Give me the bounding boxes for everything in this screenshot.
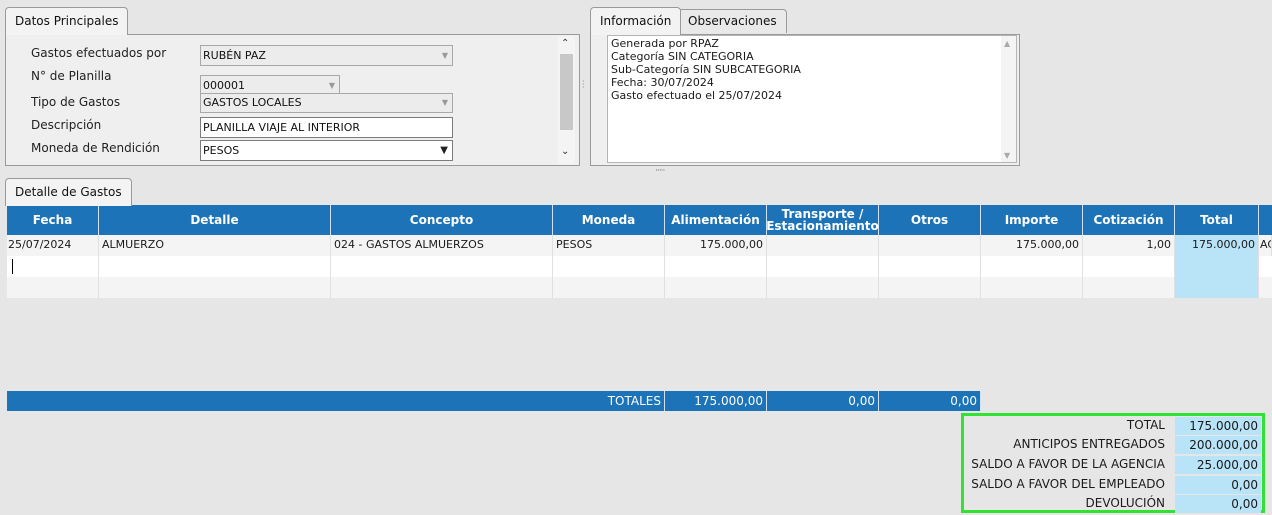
cell-otros[interactable] <box>879 256 981 277</box>
table-row-empty[interactable] <box>7 277 1272 298</box>
cell-cotizacion[interactable] <box>1083 256 1175 277</box>
scroll-down-icon[interactable]: ⌄ <box>561 146 569 157</box>
scroll-up-icon[interactable]: ⌃ <box>561 38 569 49</box>
text-cursor <box>12 259 13 274</box>
resumen-anticipos-label: ANTICIPOS ENTREGADOS <box>1013 437 1165 451</box>
resumen-saldo-agencia-value: 25.000,00 <box>1175 456 1261 474</box>
label-moneda-rendicion: Moneda de Rendición <box>31 141 160 155</box>
descripcion-input[interactable]: PLANILLA VIAJE AL INTERIOR <box>200 117 453 138</box>
column-otros[interactable]: Otros <box>879 205 981 235</box>
cell-fecha[interactable]: 25/07/2024 <box>7 235 99 256</box>
resumen-saldo-empleado-value: 0,00 <box>1175 476 1261 494</box>
cell-cotizacion[interactable]: 1,00 <box>1083 235 1175 256</box>
column-fecha[interactable]: Fecha <box>7 205 99 235</box>
cell-detalle[interactable] <box>99 256 331 277</box>
splitter-vertical[interactable]: · · · <box>582 78 585 92</box>
column-transporte[interactable]: Transporte / Estacionamiento <box>766 205 879 235</box>
cell-alimentacion[interactable] <box>665 277 767 298</box>
cell-total[interactable] <box>1175 277 1259 298</box>
info-line: Categoría SIN CATEGORIA <box>611 50 754 63</box>
cell-detalle[interactable]: ALMUERZO <box>99 235 331 256</box>
gastos-efectuados-value: RUBÉN PAZ <box>203 49 266 62</box>
chevron-down-icon: ▼ <box>441 51 448 60</box>
tab-observaciones[interactable]: Observaciones <box>678 9 787 33</box>
resumen-saldo-agencia-label: SALDO A FAVOR DE LA AGENCIA <box>971 457 1165 471</box>
column-total[interactable]: Total <box>1175 205 1259 235</box>
grid-header: Fecha Detalle Concepto Moneda Alimentaci… <box>7 205 1272 235</box>
label-numero-planilla: N° de Planilla <box>31 69 112 83</box>
cell-fecha[interactable] <box>7 277 99 298</box>
informacion-panel: Generada por RPAZ Categoría SIN CATEGORI… <box>590 34 1020 166</box>
info-line: Fecha: 30/07/2024 <box>611 76 714 89</box>
cell-total[interactable]: 175.000,00 <box>1175 235 1259 256</box>
label-gastos-efectuados: Gastos efectuados por <box>31 46 167 60</box>
resumen-devolucion-value: 0,00 <box>1175 495 1261 513</box>
cell-alimentacion[interactable]: 175.000,00 <box>665 235 767 256</box>
datos-principales-panel: Gastos efectuados por RUBÉN PAZ ▼ N° de … <box>5 34 580 166</box>
splitter-horizontal[interactable]: ····· <box>655 166 665 176</box>
table-row[interactable]: 25/07/2024 ALMUERZO 024 - GASTOS ALMUERZ… <box>7 235 1272 256</box>
cell-transporte[interactable] <box>767 277 879 298</box>
cell-total[interactable] <box>1175 256 1259 277</box>
column-importe[interactable]: Importe <box>981 205 1083 235</box>
cell-transporte[interactable] <box>767 235 879 256</box>
label-descripcion: Descripción <box>31 118 102 132</box>
totales-alimentacion: 175.000,00 <box>665 391 767 411</box>
informacion-text: Generada por RPAZ Categoría SIN CATEGORI… <box>607 35 1017 163</box>
resumen-devolucion-label: DEVOLUCIÓN <box>1085 496 1165 510</box>
totales-otros: 0,00 <box>879 391 981 411</box>
info-line: Sub-Categoría SIN SUBCATEGORIA <box>611 63 801 76</box>
tab-datos-principales[interactable]: Datos Principales <box>5 7 129 35</box>
tab-detalle-gastos[interactable]: Detalle de Gastos <box>5 178 132 206</box>
cell-concepto[interactable] <box>331 256 553 277</box>
resumen-box: TOTAL 175.000,00 ANTICIPOS ENTREGADOS 20… <box>961 413 1265 513</box>
cell-cotizacion[interactable] <box>1083 277 1175 298</box>
cell-moneda[interactable]: PESOS <box>553 235 665 256</box>
info-line: Generada por RPAZ <box>611 37 719 50</box>
column-moneda[interactable]: Moneda <box>553 205 665 235</box>
resumen-total-value: 175.000,00 <box>1175 417 1261 435</box>
cell-moneda[interactable] <box>553 256 665 277</box>
cell-alimentacion[interactable] <box>665 256 767 277</box>
tipo-gastos-select[interactable]: GASTOS LOCALES ▼ <box>200 93 453 113</box>
chevron-down-icon: ▼ <box>441 98 448 107</box>
resumen-total-label: TOTAL <box>1126 418 1165 432</box>
cell-importe[interactable]: 175.000,00 <box>981 235 1083 256</box>
cell-concepto[interactable] <box>331 277 553 298</box>
numero-planilla-value: 000001 <box>203 79 245 92</box>
info-line: Gasto efectuado el 25/07/2024 <box>611 89 782 102</box>
cell-extra[interactable]: AC <box>1259 235 1272 256</box>
totales-transporte: 0,00 <box>767 391 879 411</box>
resumen-anticipos-value: 200.000,00 <box>1175 436 1261 454</box>
totales-label: TOTALES <box>553 391 665 411</box>
gastos-efectuados-select[interactable]: RUBÉN PAZ ▼ <box>200 45 453 66</box>
column-detalle[interactable]: Detalle <box>99 205 331 235</box>
moneda-rendicion-value: PESOS <box>203 144 240 157</box>
scroll-up-icon[interactable]: ▲ <box>1004 37 1010 50</box>
cell-otros[interactable] <box>879 235 981 256</box>
totales-bar: TOTALES 175.000,00 0,00 0,00 <box>7 391 981 411</box>
column-alimentacion[interactable]: Alimentación <box>665 205 767 235</box>
column-cotizacion[interactable]: Cotización <box>1083 205 1175 235</box>
cell-transporte[interactable] <box>767 256 879 277</box>
moneda-rendicion-select[interactable]: PESOS ▼ <box>200 140 453 161</box>
cell-fecha[interactable] <box>7 256 99 277</box>
cell-importe[interactable] <box>981 277 1083 298</box>
scroll-down-icon[interactable]: ▼ <box>1004 149 1010 162</box>
tab-informacion[interactable]: Información <box>590 7 682 35</box>
column-concepto[interactable]: Concepto <box>331 205 553 235</box>
cell-concepto[interactable]: 024 - GASTOS ALMUERZOS <box>331 235 553 256</box>
cell-importe[interactable] <box>981 256 1083 277</box>
cell-moneda[interactable] <box>553 277 665 298</box>
resumen-saldo-empleado-label: SALDO A FAVOR DEL EMPLEADO <box>971 477 1165 491</box>
cell-detalle[interactable] <box>99 277 331 298</box>
cell-otros[interactable] <box>879 277 981 298</box>
tipo-gastos-value: GASTOS LOCALES <box>203 96 302 109</box>
chevron-down-icon: ▼ <box>440 145 448 156</box>
table-row-empty[interactable] <box>7 256 1272 277</box>
datos-scrollbar[interactable]: ⌃ ⌄ <box>558 36 575 164</box>
info-scrollbar[interactable]: ▲ ▼ <box>1001 36 1016 162</box>
scroll-thumb[interactable] <box>560 54 573 130</box>
label-tipo-gastos: Tipo de Gastos <box>31 95 121 109</box>
